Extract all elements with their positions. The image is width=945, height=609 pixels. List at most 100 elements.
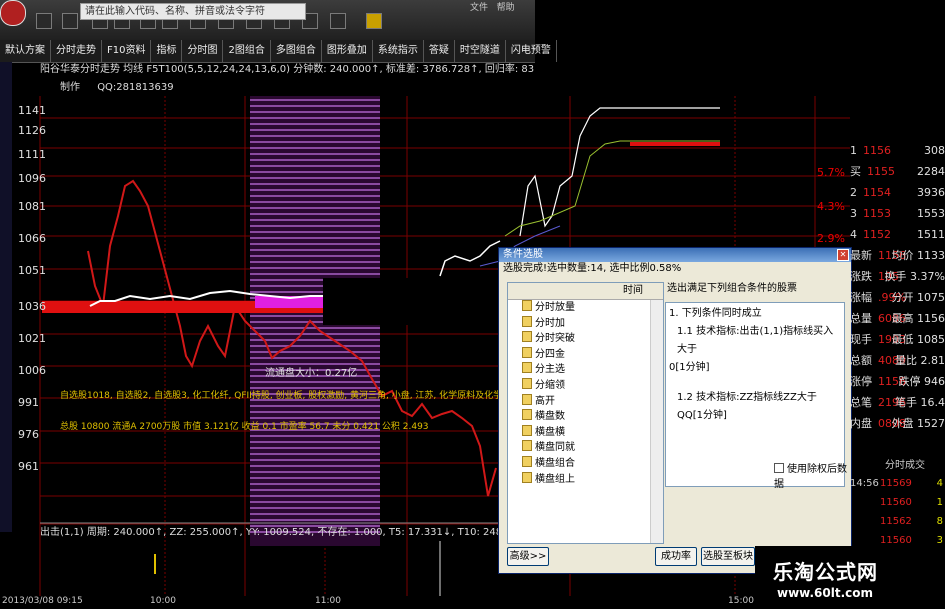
menu-item[interactable]: 时空隧道 [455, 40, 506, 62]
menu-item[interactable]: 系统指示 [373, 40, 424, 62]
price-tick-label: 1051 [18, 264, 46, 277]
search-input[interactable]: 请在此输入代码、名称、拼音或法令字符 [80, 3, 306, 20]
quote-row-value: 1155 [867, 165, 895, 178]
quote-row: 4 1152 1511 [850, 224, 945, 245]
menu-item[interactable]: 答疑 [424, 40, 455, 62]
quote-row-label: 现手 [850, 333, 872, 346]
tree-item-label: 分四金 [535, 348, 565, 360]
quote-row-extra: 3936 [917, 186, 945, 199]
tree-item-label: 分时放量 [535, 302, 575, 313]
tick-volume: 8 [936, 516, 943, 527]
folder-icon [522, 331, 532, 343]
menu-item[interactable]: 多图组合 [271, 40, 322, 62]
file-menu[interactable]: 文件 帮助 [470, 0, 535, 14]
folder-icon [522, 315, 532, 327]
quote-row-extra: 跌停 946 [898, 375, 945, 388]
quote-row-value: 1153 [863, 207, 891, 220]
price-tick-label: 1111 [18, 148, 46, 161]
quote-row: 总笔 2196 笔手 16.4 [850, 392, 945, 413]
tools-icon[interactable] [330, 13, 346, 29]
quote-row-extra: 换手 3.37% [884, 270, 945, 283]
adjusted-data-checkbox[interactable] [774, 463, 784, 473]
price-tick-label: 1096 [18, 172, 46, 185]
quote-row-label: 涨跌 [850, 270, 872, 283]
dialog-titlebar[interactable]: 条件选股 ✕ [499, 248, 851, 262]
close-icon[interactable]: ✕ [837, 249, 849, 261]
condition-tree[interactable]: 时间 分时放量分时加 分时突破分四金分主选 分缩领 高开 横盘数横盘横横盘同就 横盘组合横… [507, 282, 664, 544]
tree-item-label: 分主选 [535, 364, 565, 376]
close-icon[interactable] [62, 13, 78, 29]
quote-row: 涨跌 105 换手 3.37% [850, 266, 945, 287]
condition-line: 0[1分钟] [669, 362, 710, 373]
tree-item-label: 横盘数 [535, 411, 565, 423]
tree-item[interactable]: 分四金 [508, 346, 663, 363]
menu-item[interactable]: 默认方案 [0, 40, 51, 62]
folder-icon [522, 409, 532, 421]
menu-item[interactable]: F10资料 [102, 40, 152, 62]
tree-item-label: 横盘同就 [535, 442, 575, 454]
tree-item[interactable]: 横盘横 [508, 424, 663, 441]
time-label-1100: 11:00 [315, 596, 341, 606]
tick-row: 11560 1 [850, 493, 945, 512]
function-menu-bar: 默认方案 分时走势 F10资料 指标 分时图 2图组合 多图组合 图形叠加 系统指示 答疑 时空隧道… [0, 40, 557, 63]
price-tick-label: 1081 [18, 200, 46, 213]
advanced-button[interactable]: 高级>> [507, 547, 549, 566]
tick-volume: 4 [936, 478, 943, 489]
tree-item-label: 横盘横 [535, 426, 565, 438]
menu-item[interactable]: 图形叠加 [322, 40, 373, 62]
tree-scrollbar[interactable] [650, 300, 663, 543]
quote-row-extra: 笔手 16.4 [895, 396, 945, 409]
folder-icon [522, 393, 532, 405]
tree-item[interactable]: 分主选 [508, 362, 663, 378]
price-tick-label: 961 [18, 460, 39, 473]
high-band-red [630, 142, 720, 146]
tree-item[interactable]: 横盘组上 [508, 471, 663, 488]
tree-item[interactable]: 横盘数 [508, 409, 663, 425]
condition-line: 1. 下列条件同时成立 [669, 308, 762, 319]
menu-item[interactable]: 分时图 [182, 40, 224, 62]
tree-item[interactable]: 横盘组合 [508, 455, 663, 472]
success-rate-button[interactable]: 成功率 [655, 547, 697, 566]
menu-item[interactable]: 分时走势 [51, 40, 102, 62]
tick-row: 14:5611569 4 [850, 474, 945, 493]
tree-item[interactable]: 分时放量 [508, 300, 663, 316]
quote-row-label: 涨幅 [850, 291, 872, 304]
tree-item-label: 横盘组上 [535, 473, 575, 485]
tree-header: 时间 [508, 283, 663, 300]
quote-row: 3 1153 1553 [850, 203, 945, 224]
tree-item[interactable]: 分时加 [508, 315, 663, 332]
quote-row-extra: 1553 [917, 207, 945, 220]
quote-row-value: 1152 [863, 228, 891, 241]
circulation-label: 流通盘大小：0.27亿 [265, 368, 358, 379]
select-to-block-button[interactable]: 选股至板块 [701, 547, 755, 566]
condition-line: 1.1 技术指标:出击(1,1)指标线买入大于 [677, 326, 834, 355]
menu-item[interactable]: 2图组合 [223, 40, 271, 62]
menu-item[interactable]: 闪电预警 [506, 40, 557, 62]
folder-icon [522, 471, 532, 483]
file-label[interactable]: 文件 [470, 3, 488, 13]
author-bar: 制作 QQ:281813639 [40, 80, 174, 96]
indicator-info-bar: 阳谷华泰分时走势 均线 F5T100(5,5,12,24,24,13,6,0) … [40, 64, 535, 75]
tree-item-label: 分时突破 [535, 333, 575, 345]
quote-row: 最新 1156 均价 1133 [850, 245, 945, 266]
condition-line: 1.2 技术指标:ZZ指标线ZZ大于QQ[1分钟] [677, 392, 817, 421]
price-tick-label: 1021 [18, 332, 46, 345]
menu-item[interactable]: 指标 [151, 40, 183, 62]
quote-row-label: 3 [850, 207, 857, 220]
quote-row: 1 1156 308 [850, 140, 945, 161]
diamond-icon[interactable] [366, 13, 382, 29]
tree-item[interactable]: 分时突破 [508, 331, 663, 347]
help-label[interactable]: 帮助 [497, 3, 515, 13]
quote-row-extra: 2284 [917, 165, 945, 178]
tree-item[interactable]: 分缩领 [508, 377, 663, 394]
app-logo[interactable] [0, 0, 26, 26]
tree-item[interactable]: 横盘同就 [508, 440, 663, 456]
use-adjusted-data-option[interactable]: 使用除权后数据 [774, 460, 851, 490]
folder-icon [522, 346, 532, 358]
quote-row: 总额 4089 量比 2.81 [850, 350, 945, 371]
made-by-label: 制作 [60, 82, 80, 93]
quote-row-extra: 最低 1085 [891, 333, 945, 346]
price-tick-label: 1066 [18, 232, 46, 245]
tree-item[interactable]: 高开 [508, 393, 663, 410]
back-icon[interactable] [36, 13, 52, 29]
